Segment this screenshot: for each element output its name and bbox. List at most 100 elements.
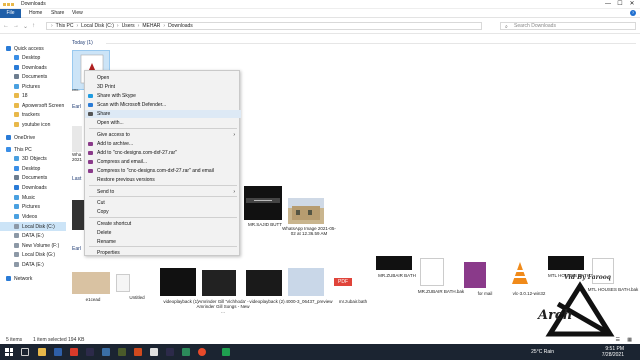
image-thumbnail xyxy=(288,198,324,224)
sidebar-item[interactable]: Music xyxy=(0,193,35,202)
file-thumbnail xyxy=(376,256,412,270)
sidebar-item[interactable]: Local Disk (C:) xyxy=(0,222,66,231)
sidebar-item[interactable]: Pictures xyxy=(0,82,40,91)
sidebar-item[interactable]: Documents xyxy=(0,72,47,81)
context-menu-item[interactable]: Add to archive... xyxy=(85,140,241,148)
breadcrumb-local-disk[interactable]: Local Disk (C:) xyxy=(81,23,114,29)
window-title: Downloads xyxy=(21,1,46,7)
sidebar-item[interactable]: Apowersoft Screen xyxy=(0,101,64,110)
quick-access-toolbar[interactable] xyxy=(3,2,17,7)
context-menu-item[interactable]: Rename xyxy=(85,238,241,246)
sidebar-item-label: Documents xyxy=(22,174,48,181)
sidebar-item[interactable]: Local Disk (G:) xyxy=(0,250,55,259)
skype-icon xyxy=(88,94,93,98)
context-menu-item[interactable]: Scan with Microsoft Defender... xyxy=(85,101,241,109)
context-menu-item[interactable]: Compress and email... xyxy=(85,158,241,166)
maximize-button[interactable]: ☐ xyxy=(614,0,626,9)
file-thumbnail xyxy=(72,272,110,294)
group-header-today[interactable]: Today (1) xyxy=(72,40,93,46)
tab-home[interactable]: Home xyxy=(29,9,42,18)
windows-start-icon[interactable] xyxy=(5,348,13,356)
breadcrumb-mehar[interactable]: MEHAR xyxy=(142,23,160,29)
breadcrumb-downloads[interactable]: Downloads xyxy=(168,23,193,29)
sidebar-item[interactable]: DATA (E:) xyxy=(0,260,44,269)
context-menu-item[interactable]: Open with... xyxy=(85,119,241,127)
context-menu-label: Open xyxy=(97,75,110,81)
pdf-icon: PDF xyxy=(332,270,354,296)
group-header-earlier[interactable]: Earl xyxy=(72,246,81,252)
sidebar-item[interactable]: New Volume (F:) xyxy=(0,241,59,250)
recent-dropdown-icon[interactable]: ⌄ xyxy=(23,23,28,30)
minimize-button[interactable]: — xyxy=(602,0,614,9)
group-header-earlier[interactable]: Earl xyxy=(72,104,81,110)
premiere-icon[interactable] xyxy=(86,348,94,356)
context-menu-item[interactable]: Share with Skype xyxy=(85,92,241,100)
image-thumbnail xyxy=(244,186,282,220)
context-menu-item[interactable]: Compress to "cnc-designs.com-dxf-27.rar"… xyxy=(85,167,241,175)
context-menu-item[interactable]: Properties xyxy=(85,249,241,257)
context-menu-item[interactable]: Open xyxy=(85,74,241,82)
app-icon[interactable] xyxy=(70,348,78,356)
sidebar-item[interactable]: Desktop xyxy=(0,164,40,173)
app-icon[interactable] xyxy=(222,348,230,356)
context-menu-item[interactable]: 3D Print xyxy=(85,83,241,91)
close-button[interactable]: ✕ xyxy=(626,0,638,9)
app-icon[interactable] xyxy=(118,348,126,356)
sidebar-item[interactable]: Downloads xyxy=(0,183,47,192)
item-count: 5 items xyxy=(6,337,23,343)
clock[interactable]: 9:51 PM 7/28/2021 xyxy=(602,346,624,358)
sidebar-item[interactable]: Desktop xyxy=(0,53,40,62)
context-menu-item[interactable]: Copy xyxy=(85,208,241,216)
help-icon[interactable]: ? xyxy=(630,10,636,16)
photoshop-icon[interactable] xyxy=(166,348,174,356)
tab-view[interactable]: View xyxy=(72,9,83,18)
tab-share[interactable]: Share xyxy=(51,9,64,18)
sidebar-item[interactable]: Pictures xyxy=(0,202,40,211)
app-icon[interactable] xyxy=(150,348,158,356)
tab-file[interactable]: File xyxy=(0,9,21,18)
app-icon[interactable] xyxy=(134,348,142,356)
up-icon[interactable]: ↑ xyxy=(32,23,35,30)
sidebar-item[interactable]: 18 xyxy=(0,91,28,100)
sidebar-item[interactable]: Quick access xyxy=(0,44,44,53)
sidebar-item[interactable]: trackers xyxy=(0,110,40,119)
folder-icon xyxy=(14,185,19,190)
file-explorer-icon[interactable] xyxy=(38,348,46,356)
sidebar-item[interactable]: Downloads xyxy=(0,63,47,72)
sidebar-item[interactable]: DATA (E:) xyxy=(0,231,44,240)
sidebar-item[interactable]: Network xyxy=(0,274,32,283)
sidebar-item[interactable]: Videos xyxy=(0,212,37,221)
nav-buttons: ← → ⌄ ↑ xyxy=(3,23,35,30)
context-menu-item[interactable]: Add to "cnc-designs.com-dxf-27.rar" xyxy=(85,149,241,157)
back-icon[interactable]: ← xyxy=(3,23,9,30)
breadcrumb-users[interactable]: Users xyxy=(122,23,135,29)
forward-icon[interactable]: → xyxy=(13,23,19,30)
sidebar-item[interactable]: youtube icon xyxy=(0,120,50,129)
search-input[interactable]: ⌕ Search Downloads xyxy=(500,22,636,30)
context-menu-item[interactable]: Cut xyxy=(85,199,241,207)
chrome-icon[interactable] xyxy=(198,348,206,356)
context-menu-item[interactable]: Create shortcut xyxy=(85,220,241,228)
chevron-right-icon: › xyxy=(137,23,140,29)
address-path[interactable]: › This PC › Local Disk (C:) › Users › ME… xyxy=(46,22,482,30)
sidebar-item-label: Apowersoft Screen xyxy=(22,102,65,109)
breadcrumb-this-pc[interactable]: This PC xyxy=(56,23,74,29)
sidebar-item[interactable]: This PC xyxy=(0,145,32,154)
group-header-last[interactable]: Last xyxy=(72,176,81,182)
sidebar-item[interactable]: Documents xyxy=(0,173,47,182)
context-menu-item[interactable]: Share xyxy=(85,110,241,118)
sidebar-item[interactable]: OneDrive xyxy=(0,133,35,142)
app-icon[interactable] xyxy=(182,348,190,356)
app-icon[interactable] xyxy=(54,348,62,356)
file-thumbnail xyxy=(464,262,486,288)
sidebar-item-label: Network xyxy=(14,275,33,282)
context-menu-item[interactable]: Give access to › xyxy=(85,131,241,139)
search-icon[interactable] xyxy=(21,348,29,356)
context-menu-label: Cut xyxy=(97,200,105,206)
weather-widget[interactable]: 25°C Rain xyxy=(531,349,554,355)
word-icon[interactable] xyxy=(102,348,110,356)
context-menu-item[interactable]: Delete xyxy=(85,229,241,237)
sidebar-item[interactable]: 3D Objects xyxy=(0,154,47,163)
context-menu-item[interactable]: Restore previous versions xyxy=(85,176,241,184)
context-menu-item[interactable]: Send to › xyxy=(85,188,241,196)
